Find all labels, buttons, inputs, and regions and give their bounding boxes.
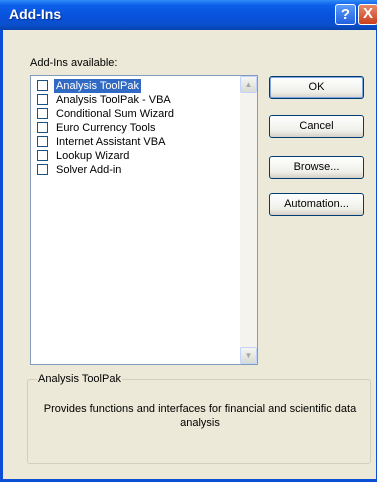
ok-button[interactable]: OK [269,76,364,99]
item-label: Solver Add-in [56,164,122,176]
add-in-description: Provides functions and interfaces for fi… [43,403,357,429]
scroll-up-icon: ▲ [244,80,253,89]
scroll-up-button[interactable]: ▲ [240,76,257,93]
scroll-down-icon: ▼ [244,351,253,360]
browse-button[interactable]: Browse... [269,156,364,179]
checkbox-conditional-sum-wizard[interactable] [37,108,48,119]
item-label: Conditional Sum Wizard [56,108,174,120]
close-icon: X [362,5,373,22]
checkbox-analysis-toolpak[interactable] [37,80,48,91]
add-ins-available-label: Add-Ins available: [30,57,118,69]
dialog-title: Add-Ins [9,6,62,22]
list-scrollbar[interactable]: ▲ ▼ [240,76,257,364]
add-ins-dialog: Add-Ins ? X Add-Ins available: Analysis … [0,0,377,482]
automation-button[interactable]: Automation... [269,193,364,216]
item-label: Analysis ToolPak [54,79,141,93]
title-bar[interactable]: Add-Ins ? X [0,0,377,30]
cancel-button[interactable]: Cancel [269,115,364,138]
checkbox-euro-currency-tools[interactable] [37,122,48,133]
help-icon: ? [340,6,351,23]
checkbox-internet-assistant-vba[interactable] [37,136,48,147]
add-ins-listbox[interactable]: Analysis ToolPak Analysis ToolPak - VBA … [30,75,258,365]
scroll-down-button[interactable]: ▼ [240,347,257,364]
item-label: Analysis ToolPak - VBA [56,94,171,106]
checkbox-lookup-wizard[interactable] [37,150,48,161]
close-button[interactable]: X [358,4,377,25]
add-in-details-group: Analysis ToolPak Provides functions and … [27,373,371,464]
item-label: Lookup Wizard [56,150,130,162]
checkbox-solver-add-in[interactable] [37,164,48,175]
checkbox-analysis-toolpak-vba[interactable] [37,94,48,105]
help-button[interactable]: ? [335,4,356,25]
item-label: Internet Assistant VBA [56,136,166,148]
item-label: Euro Currency Tools [56,122,156,134]
group-title: Analysis ToolPak [37,373,122,385]
